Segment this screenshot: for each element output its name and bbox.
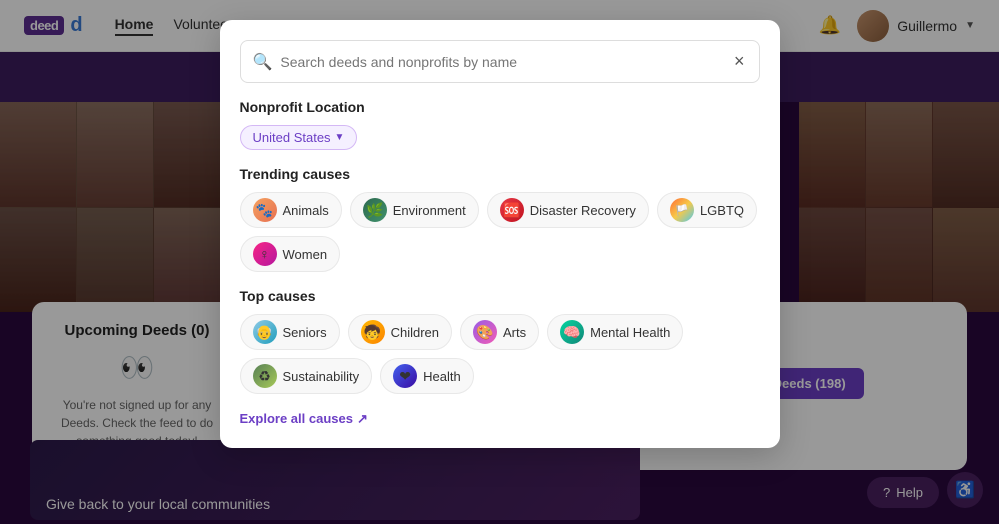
trending-causes-label: Trending causes bbox=[240, 166, 760, 182]
animals-icon: 🐾 bbox=[253, 198, 277, 222]
cause-chip-arts[interactable]: 🎨 Arts bbox=[460, 314, 539, 350]
disaster-icon: 🆘 bbox=[500, 198, 524, 222]
location-chevron-icon: ▼ bbox=[335, 132, 345, 143]
nonprofit-location-section: Nonprofit Location United States ▼ bbox=[240, 99, 760, 166]
lgbtq-icon: 🏳️ bbox=[670, 198, 694, 222]
cause-chip-women[interactable]: ♀ Women bbox=[240, 236, 341, 272]
environment-label: Environment bbox=[393, 203, 466, 218]
women-icon: ♀ bbox=[253, 242, 277, 266]
explore-all-causes-link[interactable]: Explore all causes ↗ bbox=[240, 411, 368, 427]
explore-link-label: Explore all causes bbox=[240, 411, 353, 426]
seniors-icon: 👴 bbox=[253, 320, 277, 344]
disaster-label: Disaster Recovery bbox=[530, 203, 636, 218]
top-causes-section: Top causes 👴 Seniors 🧒 Children 🎨 Arts 🧠… bbox=[240, 288, 760, 394]
cause-chip-animals[interactable]: 🐾 Animals bbox=[240, 192, 342, 228]
close-button[interactable]: × bbox=[732, 49, 747, 74]
cause-chip-health[interactable]: ❤ Health bbox=[380, 358, 474, 394]
seniors-label: Seniors bbox=[283, 325, 327, 340]
modal-backdrop: 🔍 × Nonprofit Location United States ▼ T… bbox=[0, 0, 999, 524]
children-label: Children bbox=[391, 325, 439, 340]
search-bar: 🔍 × bbox=[240, 40, 760, 83]
animals-label: Animals bbox=[283, 203, 329, 218]
cause-chip-mental[interactable]: 🧠 Mental Health bbox=[547, 314, 683, 350]
health-icon: ❤ bbox=[393, 364, 417, 388]
nonprofit-location-label: Nonprofit Location bbox=[240, 99, 760, 115]
top-causes-label: Top causes bbox=[240, 288, 760, 304]
search-icon: 🔍 bbox=[253, 52, 273, 72]
cause-chip-environment[interactable]: 🌿 Environment bbox=[350, 192, 479, 228]
search-input[interactable] bbox=[280, 54, 724, 70]
top-causes-row: 👴 Seniors 🧒 Children 🎨 Arts 🧠 Mental Hea… bbox=[240, 314, 760, 394]
mental-health-label: Mental Health bbox=[590, 325, 670, 340]
health-label: Health bbox=[423, 369, 461, 384]
cause-chip-sustainability[interactable]: ♻ Sustainability bbox=[240, 358, 373, 394]
lgbtq-label: LGBTQ bbox=[700, 203, 744, 218]
trending-causes-row: 🐾 Animals 🌿 Environment 🆘 Disaster Recov… bbox=[240, 192, 760, 272]
external-link-icon: ↗ bbox=[357, 411, 368, 427]
women-label: Women bbox=[283, 247, 328, 262]
location-badge[interactable]: United States ▼ bbox=[240, 125, 358, 150]
cause-chip-children[interactable]: 🧒 Children bbox=[348, 314, 452, 350]
children-icon: 🧒 bbox=[361, 320, 385, 344]
cause-chip-lgbtq[interactable]: 🏳️ LGBTQ bbox=[657, 192, 757, 228]
arts-label: Arts bbox=[503, 325, 526, 340]
environment-icon: 🌿 bbox=[363, 198, 387, 222]
search-modal: 🔍 × Nonprofit Location United States ▼ T… bbox=[220, 20, 780, 448]
sustainability-label: Sustainability bbox=[283, 369, 360, 384]
mental-health-icon: 🧠 bbox=[560, 320, 584, 344]
sustainability-icon: ♻ bbox=[253, 364, 277, 388]
arts-icon: 🎨 bbox=[473, 320, 497, 344]
location-value: United States bbox=[253, 130, 331, 145]
cause-chip-disaster[interactable]: 🆘 Disaster Recovery bbox=[487, 192, 649, 228]
trending-causes-section: Trending causes 🐾 Animals 🌿 Environment … bbox=[240, 166, 760, 272]
cause-chip-seniors[interactable]: 👴 Seniors bbox=[240, 314, 340, 350]
